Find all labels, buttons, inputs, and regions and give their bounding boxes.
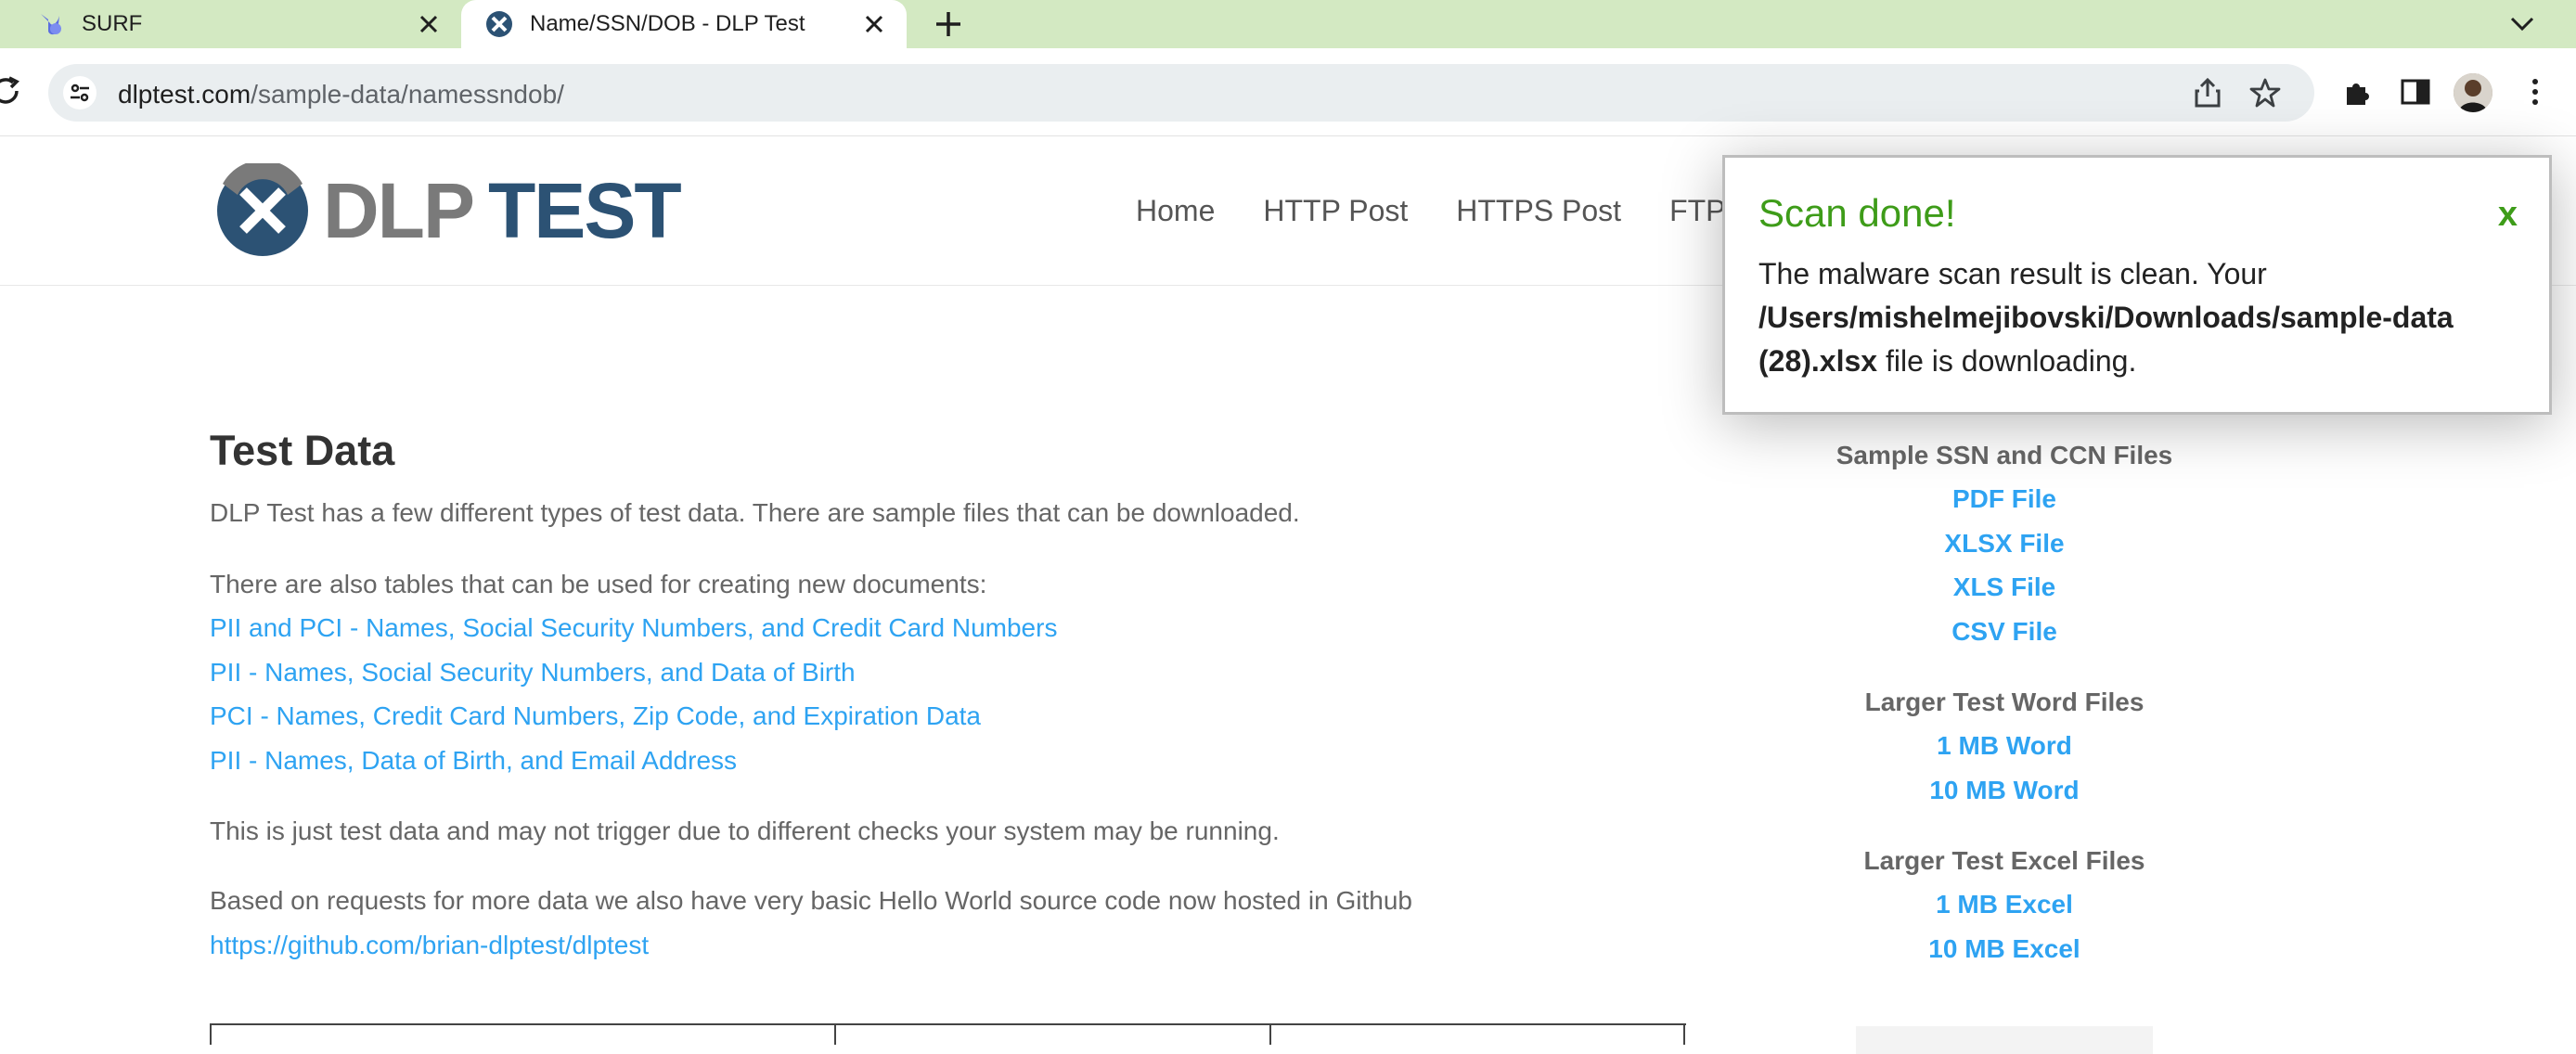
tab-label: Name/SSN/DOB - DLP Test bbox=[530, 11, 805, 36]
new-tab-icon[interactable] bbox=[930, 7, 967, 41]
sidebar-heading-ssn-ccn: Sample SSN and CCN Files bbox=[1835, 441, 2173, 469]
nav-home[interactable]: Home bbox=[1136, 194, 1215, 228]
address-bar[interactable]: dlptest.com/sample-data/namessndob/ bbox=[48, 64, 2314, 122]
sidebar-link-csv[interactable]: CSV File bbox=[1819, 617, 2190, 647]
github-link[interactable]: https://github.com/brian-dlptest/dlptest bbox=[210, 931, 649, 960]
sidebar-link-1mb-excel[interactable]: 1 MB Excel bbox=[1819, 890, 2190, 919]
data-table-top-border bbox=[210, 1023, 1686, 1045]
sidebar-link-xls[interactable]: XLS File bbox=[1819, 572, 2190, 602]
profile-avatar[interactable] bbox=[2454, 73, 2492, 112]
tab-label: SURF bbox=[82, 11, 143, 36]
side-panel-icon[interactable] bbox=[2400, 76, 2431, 108]
link-pii-dob-email[interactable]: PII - Names, Data of Birth, and Email Ad… bbox=[210, 746, 737, 776]
tab-strip: SURF Name/SSN/DOB - DLP Test bbox=[0, 0, 2576, 48]
popup-text-before: The malware scan result is clean. Your bbox=[1758, 257, 2267, 290]
share-icon[interactable] bbox=[2192, 77, 2223, 109]
popup-title: Scan done! bbox=[1758, 191, 1956, 235]
sidebar-link-1mb-word[interactable]: 1 MB Word bbox=[1819, 731, 2190, 761]
url-text[interactable]: dlptest.com/sample-data/namessndob/ bbox=[118, 80, 564, 109]
dlptest-logo-icon bbox=[217, 163, 308, 256]
nav-http-post[interactable]: HTTP Post bbox=[1263, 194, 1408, 228]
tables-intro-text: There are also tables that can be used f… bbox=[210, 570, 987, 598]
popup-text-after: file is downloading. bbox=[1885, 344, 2137, 378]
bookmark-star-icon[interactable] bbox=[2249, 77, 2281, 109]
popup-close-button[interactable]: x bbox=[2498, 195, 2518, 235]
url-path: /sample-data/namessndob/ bbox=[251, 80, 564, 109]
close-tab-icon[interactable] bbox=[860, 10, 888, 38]
tab-search-chevron-icon[interactable] bbox=[2505, 7, 2539, 41]
sidebar-widget-box bbox=[1856, 1026, 2153, 1054]
disclaimer-text: This is just test data and may not trigg… bbox=[210, 816, 1280, 845]
extensions-puzzle-icon[interactable] bbox=[2342, 76, 2374, 108]
sidebar-heading-excel: Larger Test Excel Files bbox=[1863, 846, 2145, 875]
logo-dlp-text: DLP bbox=[323, 167, 475, 254]
link-pii-pci-ssn-ccn[interactable]: PII and PCI - Names, Social Security Num… bbox=[210, 613, 1057, 643]
dlptest-logo[interactable]: DLP TEST bbox=[215, 163, 682, 257]
url-domain: dlptest.com bbox=[118, 80, 251, 109]
sidebar-link-10mb-word[interactable]: 10 MB Word bbox=[1819, 776, 2190, 805]
nav-ftp[interactable]: FTP bbox=[1669, 194, 1725, 228]
sidebar-heading-word: Larger Test Word Files bbox=[1864, 688, 2145, 716]
site-info-icon[interactable] bbox=[63, 76, 97, 109]
close-tab-icon[interactable] bbox=[415, 10, 443, 38]
sidebar-link-10mb-excel[interactable]: 10 MB Excel bbox=[1819, 934, 2190, 964]
logo-test-text: TEST bbox=[488, 167, 682, 254]
browser-menu-kebab-icon[interactable] bbox=[2522, 76, 2548, 108]
dlptest-favicon-icon bbox=[486, 11, 512, 37]
link-pci-ccn-zip-exp[interactable]: PCI - Names, Credit Card Numbers, Zip Co… bbox=[210, 701, 981, 731]
page-title: Test Data bbox=[210, 427, 395, 474]
github-intro-text: Based on requests for more data we also … bbox=[210, 886, 1412, 915]
tab-surf[interactable]: SURF bbox=[0, 0, 461, 48]
sidebar-link-pdf[interactable]: PDF File bbox=[1819, 484, 2190, 514]
scan-result-popup: Scan done! x The malware scan result is … bbox=[1722, 155, 2552, 415]
link-pii-ssn-dob[interactable]: PII - Names, Social Security Numbers, an… bbox=[210, 658, 856, 688]
surf-logo-icon bbox=[41, 14, 61, 35]
nav-https-post[interactable]: HTTPS Post bbox=[1456, 194, 1621, 228]
main-nav: Home HTTP Post HTTPS Post FTP bbox=[1136, 194, 1774, 228]
sidebar-link-xlsx[interactable]: XLSX File bbox=[1819, 529, 2190, 559]
popup-message: The malware scan result is clean. Your /… bbox=[1758, 252, 2529, 383]
intro-text: DLP Test has a few different types of te… bbox=[210, 498, 1300, 527]
reload-icon[interactable] bbox=[0, 74, 22, 108]
tab-dlptest[interactable]: Name/SSN/DOB - DLP Test bbox=[461, 0, 907, 48]
browser-toolbar: dlptest.com/sample-data/namessndob/ bbox=[0, 48, 2576, 136]
